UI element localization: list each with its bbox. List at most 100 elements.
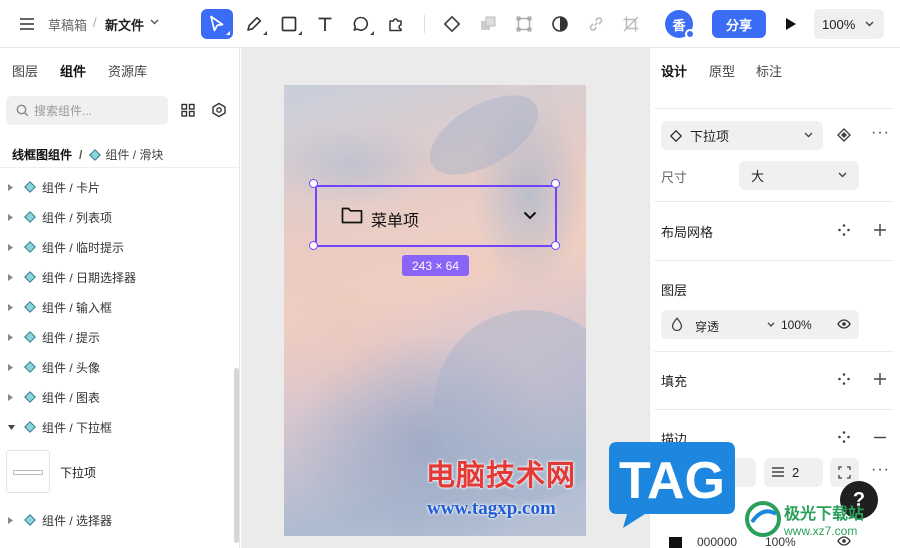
rectangle-icon bbox=[281, 16, 297, 32]
library-name[interactable]: 线框图组件 bbox=[12, 146, 72, 163]
eye-icon[interactable] bbox=[837, 319, 851, 329]
list-item[interactable]: 组件 / 图表 bbox=[0, 384, 232, 410]
tab-components[interactable]: 组件 bbox=[60, 61, 86, 80]
chevron-down-icon bbox=[804, 132, 813, 138]
tab-assets[interactable]: 资源库 bbox=[108, 61, 147, 80]
frame-tool-button[interactable] bbox=[273, 9, 305, 39]
resize-handle[interactable] bbox=[309, 179, 318, 188]
list-item-expanded[interactable]: 组件 / 下拉框 bbox=[0, 414, 232, 440]
caret-right-icon[interactable] bbox=[8, 273, 16, 281]
component-thumbnail[interactable] bbox=[6, 450, 50, 493]
menu-icon[interactable] bbox=[16, 14, 38, 34]
file-name[interactable]: 新文件 bbox=[105, 15, 144, 34]
more-options-icon[interactable]: ··· bbox=[871, 461, 890, 479]
list-item-label: 组件 / 临时提示 bbox=[42, 240, 125, 255]
list-item-label: 组件 / 卡片 bbox=[42, 180, 101, 195]
breadcrumb-separator: / bbox=[79, 147, 83, 162]
scrollbar[interactable] bbox=[234, 368, 239, 543]
library-current: 组件 / 滑块 bbox=[105, 148, 164, 162]
pen-tool-button[interactable] bbox=[238, 9, 270, 39]
chevron-down-icon[interactable] bbox=[767, 322, 775, 327]
text-tool-button[interactable] bbox=[309, 9, 341, 39]
play-button[interactable] bbox=[779, 12, 803, 36]
list-item[interactable]: 组件 / 输入框 bbox=[0, 294, 232, 320]
comment-tool-button[interactable] bbox=[345, 9, 377, 39]
tab-layers[interactable]: 图层 bbox=[12, 61, 38, 80]
plus-icon[interactable] bbox=[873, 372, 887, 386]
crop-tool-button[interactable] bbox=[615, 9, 647, 39]
layer-opacity[interactable]: 100% bbox=[781, 318, 812, 332]
caret-right-icon[interactable] bbox=[8, 363, 16, 371]
stroke-width-input[interactable]: 2 bbox=[764, 458, 823, 487]
component-name: 下拉项 bbox=[690, 129, 730, 144]
thumbnail-preview bbox=[13, 470, 43, 475]
tab-annotate[interactable]: 标注 bbox=[756, 61, 782, 80]
grid-settings-icon[interactable] bbox=[838, 224, 850, 236]
list-item[interactable]: 组件 / 卡片 bbox=[0, 174, 232, 200]
caret-right-icon[interactable] bbox=[8, 516, 16, 524]
main-component-icon[interactable] bbox=[837, 128, 851, 142]
list-item[interactable]: 组件 / 日期选择器 bbox=[0, 264, 232, 290]
layer-blend-row[interactable]: 穿透 100% bbox=[661, 310, 859, 339]
mask-tool-button[interactable] bbox=[508, 9, 540, 39]
stroke-styles-icon[interactable] bbox=[838, 431, 850, 443]
divider bbox=[0, 167, 240, 168]
caret-right-icon[interactable] bbox=[8, 333, 16, 341]
size-select[interactable]: 大 bbox=[739, 161, 859, 190]
background-shape bbox=[417, 85, 551, 191]
play-icon bbox=[786, 18, 796, 30]
fill-styles-icon[interactable] bbox=[838, 373, 850, 385]
chevron-down-icon bbox=[865, 21, 874, 27]
link-tool-button[interactable] bbox=[580, 9, 612, 39]
caret-right-icon[interactable] bbox=[8, 303, 16, 311]
watermark-url: www.tagxp.com bbox=[427, 498, 556, 519]
boolean-tool-button[interactable] bbox=[472, 9, 504, 39]
color-swatch[interactable] bbox=[669, 537, 682, 548]
stroke-color-hex[interactable]: 000000 bbox=[697, 535, 737, 548]
resize-handle[interactable] bbox=[551, 179, 560, 188]
grid-view-icon[interactable] bbox=[180, 103, 196, 117]
component-tool-button[interactable] bbox=[436, 9, 468, 39]
caret-right-icon[interactable] bbox=[8, 243, 16, 251]
plugin-tool-button[interactable] bbox=[380, 9, 412, 39]
component-icon bbox=[24, 301, 36, 313]
contrast-tool-button[interactable] bbox=[544, 9, 576, 39]
component-search[interactable] bbox=[6, 96, 168, 125]
share-button[interactable]: 分享 bbox=[712, 10, 766, 38]
component-variant-select[interactable]: 下拉项 bbox=[661, 121, 823, 150]
zoom-select[interactable]: 100% bbox=[814, 9, 884, 39]
caret-right-icon[interactable] bbox=[8, 213, 16, 221]
chevron-down-icon[interactable] bbox=[150, 19, 159, 25]
svg-text:TAG: TAG bbox=[619, 452, 725, 510]
breadcrumb-drafts[interactable]: 草稿箱 bbox=[48, 15, 87, 34]
blend-mode[interactable]: 穿透 bbox=[695, 318, 719, 335]
search-icon bbox=[16, 104, 29, 117]
resize-handle[interactable] bbox=[551, 241, 560, 250]
tab-design[interactable]: 设计 bbox=[661, 61, 687, 80]
list-item[interactable]: 组件 / 提示 bbox=[0, 324, 232, 350]
caret-right-icon[interactable] bbox=[8, 183, 16, 191]
list-item[interactable]: 组件 / 临时提示 bbox=[0, 234, 232, 260]
component-child-label[interactable]: 下拉项 bbox=[60, 464, 96, 481]
size-value: 大 bbox=[751, 169, 765, 184]
crop-icon bbox=[623, 16, 639, 32]
move-tool-button[interactable] bbox=[201, 9, 233, 39]
list-item-label: 组件 / 头像 bbox=[42, 360, 101, 375]
minus-icon[interactable] bbox=[873, 436, 887, 439]
tab-prototype[interactable]: 原型 bbox=[709, 61, 735, 80]
more-options-icon[interactable]: ··· bbox=[871, 124, 890, 142]
toolbar-divider bbox=[424, 15, 425, 33]
list-item[interactable]: 组件 / 列表项 bbox=[0, 204, 232, 230]
divider bbox=[654, 108, 894, 109]
plus-icon[interactable] bbox=[873, 223, 887, 237]
list-item[interactable]: 组件 / 头像 bbox=[0, 354, 232, 380]
user-avatar[interactable]: 香 bbox=[665, 10, 695, 39]
caret-down-icon[interactable] bbox=[8, 424, 16, 430]
library-icon[interactable] bbox=[211, 102, 227, 118]
search-input[interactable] bbox=[34, 96, 164, 125]
resize-handle[interactable] bbox=[309, 241, 318, 250]
dropdown-component[interactable]: 菜单项 bbox=[315, 185, 557, 247]
list-item-label: 组件 / 提示 bbox=[42, 330, 101, 345]
list-item[interactable]: 组件 / 选择器 bbox=[0, 507, 232, 533]
caret-right-icon[interactable] bbox=[8, 393, 16, 401]
